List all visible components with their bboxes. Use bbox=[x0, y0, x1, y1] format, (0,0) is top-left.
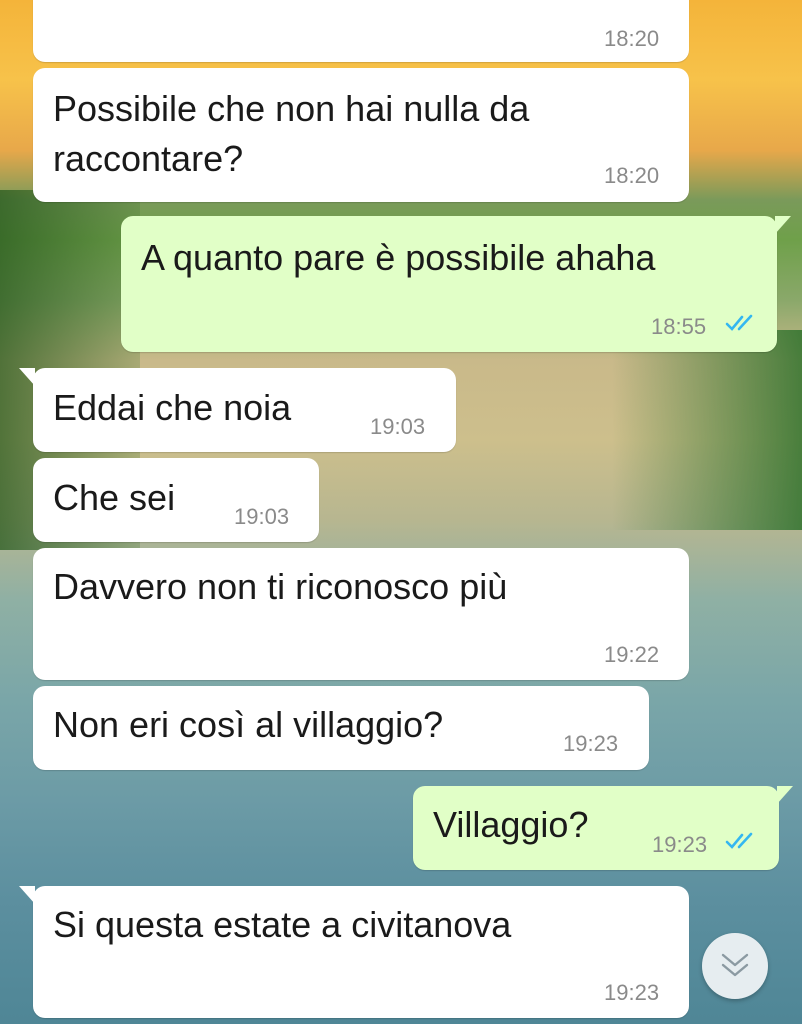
message-text: Non eri così al villaggio? bbox=[53, 704, 444, 745]
message-text: Eddai che noia bbox=[53, 387, 292, 428]
message-bubble-incoming[interactable]: Si questa estate a civitanova 19:23 bbox=[19, 886, 689, 1018]
message-timestamp: 18:20 bbox=[604, 163, 660, 188]
message-timestamp: 19:23 bbox=[604, 980, 660, 1005]
message-bubble-incoming[interactable]: Non eri così al villaggio? 19:23 bbox=[33, 686, 649, 770]
message-text: Si questa estate a civitanova bbox=[53, 904, 512, 945]
double-check-icon bbox=[725, 832, 753, 849]
double-chevron-down-icon bbox=[721, 953, 749, 977]
message-text: Possibile che non hai nulla da raccontar… bbox=[53, 88, 530, 179]
bubble-tail bbox=[775, 216, 791, 234]
bubble-tail bbox=[777, 786, 793, 804]
wallpaper-foliage-right bbox=[612, 330, 802, 530]
bubble-tail bbox=[19, 886, 35, 904]
message-text: Che sei bbox=[53, 477, 176, 518]
message-timestamp: 19:03 bbox=[370, 414, 426, 439]
message-timestamp: 19:03 bbox=[234, 504, 290, 529]
scroll-to-bottom-button[interactable] bbox=[702, 933, 768, 999]
message-timestamp: 19:22 bbox=[604, 642, 660, 667]
message-bubble-outgoing[interactable]: Villaggio? 19:23 bbox=[413, 786, 793, 870]
message-bubble-outgoing[interactable]: A quanto pare è possibile ahaha 18:55 bbox=[121, 216, 791, 352]
message-timestamp: 18:20 bbox=[604, 26, 660, 51]
message-text: A quanto pare è possibile ahaha bbox=[141, 237, 656, 278]
message-timestamp: 18:55 bbox=[651, 314, 707, 339]
message-bubble-incoming[interactable]: Eddai che noia 19:03 bbox=[19, 368, 456, 452]
message-timestamp: 19:23 bbox=[652, 832, 708, 857]
message-text: Davvero non ti riconosco più bbox=[53, 566, 508, 607]
message-timestamp: 19:23 bbox=[563, 731, 619, 756]
message-bubble-incoming[interactable]: Davvero non ti riconosco più 19:22 bbox=[33, 548, 689, 680]
message-bubble-incoming[interactable]: Che sei 19:03 bbox=[33, 458, 319, 542]
double-check-icon bbox=[725, 314, 753, 331]
message-bubble-incoming[interactable]: Possibile che non hai nulla da raccontar… bbox=[33, 68, 689, 202]
message-text: Villaggio? bbox=[433, 804, 589, 845]
bubble-tail bbox=[19, 368, 35, 386]
message-bubble-incoming[interactable]: 18:20 bbox=[33, 0, 689, 62]
